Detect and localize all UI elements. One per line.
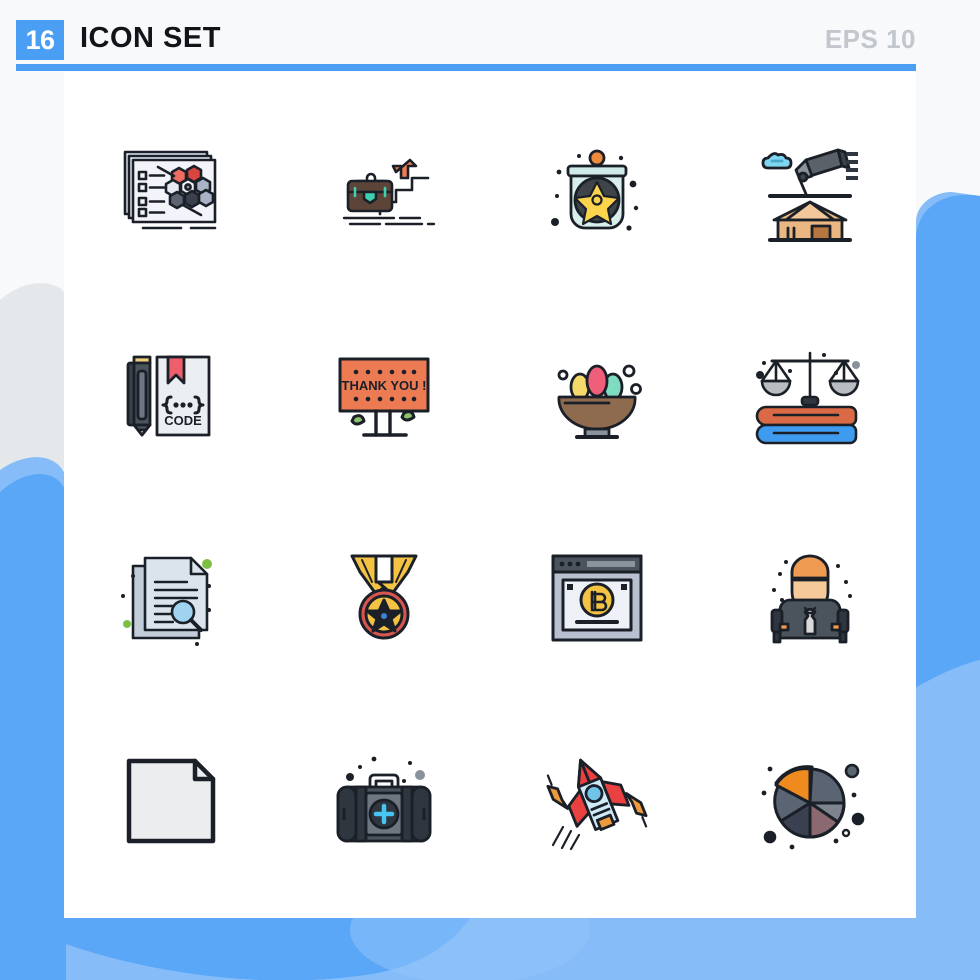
icon-cell-projector-house[interactable] <box>703 90 916 293</box>
icon-cell-code-book-pen[interactable]: CODE <box>64 293 277 496</box>
blank-file-icon <box>126 758 215 843</box>
billboard-label: THANK YOU ! <box>341 378 426 393</box>
award-medal-icon <box>350 554 417 639</box>
projector-house-icon <box>761 148 858 242</box>
icon-cell-biohazard-jar[interactable] <box>490 90 703 293</box>
biohazard-jar-icon <box>550 149 638 231</box>
poster-stage: 16 ICON SET EPS 10 CODE THANK YOU ! <box>0 0 980 980</box>
icon-grid: CODE THANK YOU ! <box>64 90 916 902</box>
blue-blob-dark-left <box>0 473 66 980</box>
icon-cell-thank-you-billboard[interactable]: THANK YOU ! <box>277 293 490 496</box>
molecule-presentation-slides-icon <box>123 150 216 229</box>
law-scales-books-icon <box>755 351 860 444</box>
document-search-icon <box>120 556 212 646</box>
pie-chart-icon <box>761 763 864 849</box>
icon-cell-molecule-presentation-slides[interactable] <box>64 90 277 293</box>
mechanic-worker-icon <box>770 554 852 643</box>
icon-cell-bitcoin-browser-window[interactable] <box>490 496 703 699</box>
first-aid-kit-icon <box>336 756 431 842</box>
icon-cell-law-scales-books[interactable] <box>703 293 916 496</box>
icon-cell-pie-chart[interactable] <box>703 699 916 902</box>
thank-you-billboard-icon: THANK YOU ! <box>338 357 429 437</box>
icon-cell-rocket-launch[interactable] <box>490 699 703 902</box>
icon-cell-first-aid-kit[interactable] <box>277 699 490 902</box>
code-book-pen-icon: CODE <box>126 355 210 436</box>
easter-eggs-bowl-icon <box>557 364 642 439</box>
career-growth-briefcase-icon <box>342 158 435 225</box>
icon-cell-blank-file[interactable] <box>64 699 277 902</box>
poster-header: 16 ICON SET EPS 10 <box>0 0 980 72</box>
header-rule <box>16 64 916 71</box>
rocket-launch-icon <box>546 758 647 850</box>
bitcoin-browser-window-icon <box>551 554 642 641</box>
icon-cell-document-search[interactable] <box>64 496 277 699</box>
page-title: ICON SET <box>80 22 221 54</box>
icon-cell-career-growth-briefcase[interactable] <box>277 90 490 293</box>
icon-cell-mechanic-worker[interactable] <box>703 496 916 699</box>
icon-cell-easter-eggs-bowl[interactable] <box>490 293 703 496</box>
icon-count-badge: 16 <box>16 20 64 60</box>
icon-cell-award-medal[interactable] <box>277 496 490 699</box>
format-label: EPS 10 <box>824 24 916 54</box>
code-book-label: CODE <box>164 413 202 428</box>
